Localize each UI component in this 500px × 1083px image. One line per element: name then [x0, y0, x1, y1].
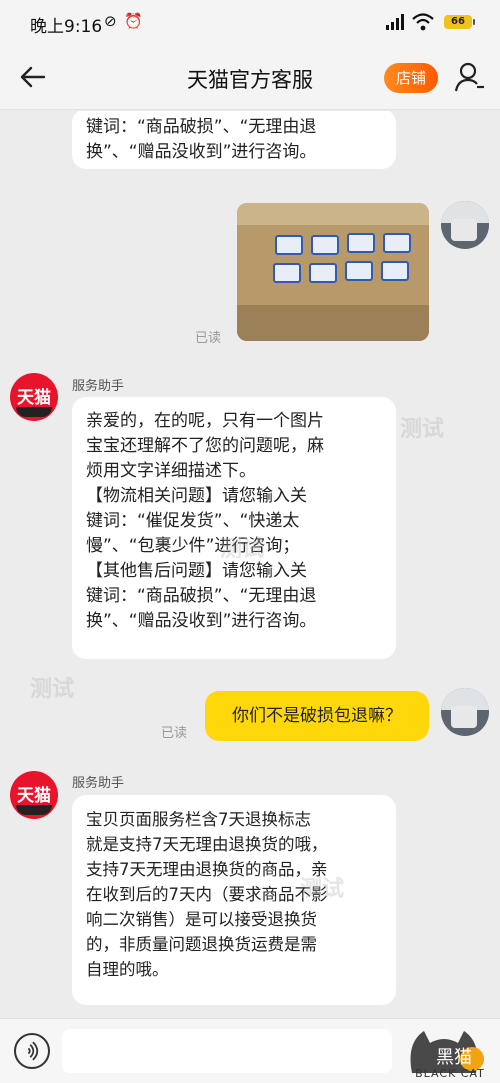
- sender-name: 服务助手: [72, 776, 125, 791]
- voice-icon[interactable]: [14, 1033, 50, 1069]
- chat-area[interactable]: 键词：“商品破损”、“无理由退 换”、“赠品没收到”进行咨询。 已读 天猫 服务…: [0, 111, 500, 1018]
- logo-text: BLACK CAT: [415, 1067, 485, 1080]
- watermark: 测试: [30, 677, 75, 702]
- user-avatar[interactable]: [441, 201, 489, 249]
- message-input[interactable]: [62, 1029, 392, 1073]
- message-bubble: 亲爱的，在的呢，只有一个图片 宝宝还理解不了您的问题呢，麻 烦用文字详细描述下。…: [72, 397, 396, 659]
- alarm-icon: ⏰: [124, 12, 143, 30]
- input-bar: 黑猫 BLACK CAT: [0, 1018, 500, 1083]
- svg-text:黑猫: 黑猫: [436, 1047, 472, 1068]
- bot-avatar[interactable]: 天猫: [10, 771, 58, 819]
- sender-name: 服务助手: [72, 379, 125, 394]
- chat-header: 天猫官方客服 店铺: [0, 46, 500, 110]
- user-avatar[interactable]: [441, 688, 489, 736]
- watermark: 测试: [400, 417, 445, 442]
- message-bubble: 键词：“商品破损”、“无理由退 换”、“赠品没收到”进行咨询。: [72, 111, 396, 169]
- message-bubble: 你们不是破损包退嘛？: [205, 691, 429, 741]
- message-image[interactable]: [237, 203, 429, 341]
- status-bar: 晚上9:16 ⊘ ⏰ 66: [0, 0, 500, 46]
- battery-icon: 66: [444, 15, 475, 29]
- signal-icon: [386, 14, 404, 30]
- user-icon[interactable]: [452, 60, 486, 94]
- read-status: 已读: [161, 726, 188, 741]
- status-time: 晚上9:16: [30, 17, 103, 37]
- shop-button[interactable]: 店铺: [384, 63, 438, 93]
- bot-avatar[interactable]: 天猫: [10, 373, 58, 421]
- read-status: 已读: [195, 331, 222, 346]
- mute-icon: ⊘: [104, 12, 117, 30]
- message-bubble: 宝贝页面服务栏含7天退换标志 就是支持7天无理由退换货的哦， 支持7天无理由退换…: [72, 795, 396, 1005]
- wifi-icon: [412, 13, 434, 31]
